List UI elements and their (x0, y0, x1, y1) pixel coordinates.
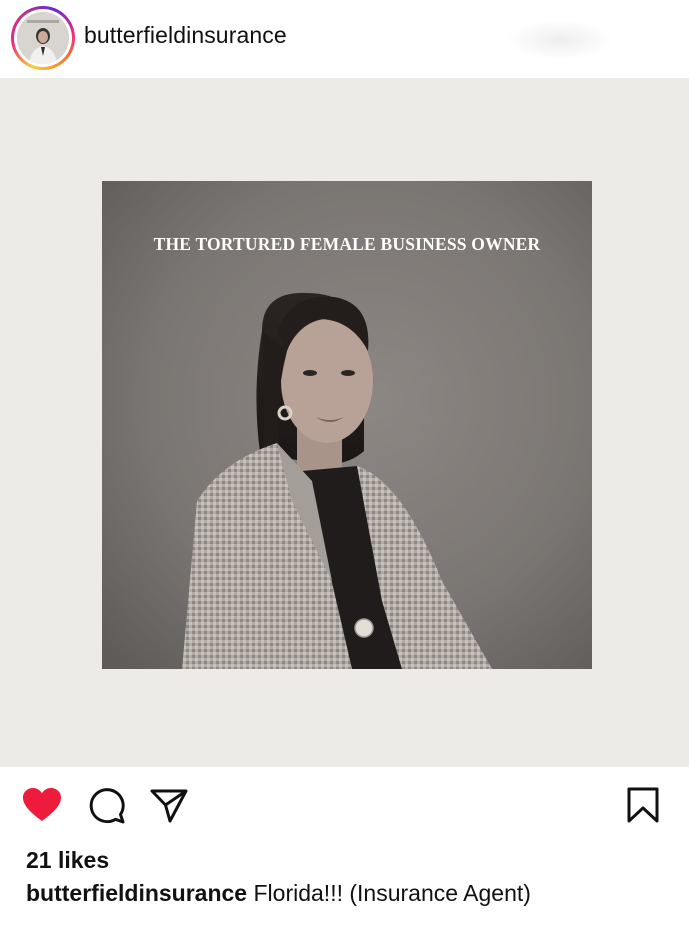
action-bar (0, 767, 689, 843)
story-ring[interactable] (11, 6, 75, 70)
post-username[interactable]: butterfieldinsurance (84, 22, 287, 49)
likes-count[interactable]: 21 likes (26, 847, 109, 874)
post-media[interactable]: THE TORTURED FEMALE BUSINESS OWNER (0, 78, 689, 767)
comment-icon[interactable] (88, 787, 126, 825)
post-image[interactable]: THE TORTURED FEMALE BUSINESS OWNER (102, 181, 592, 669)
bookmark-icon[interactable] (626, 787, 660, 823)
heart-icon[interactable] (22, 787, 62, 823)
post-caption: butterfieldinsurance Florida!!! (Insuran… (26, 880, 531, 907)
caption-username[interactable]: butterfieldinsurance (26, 880, 247, 906)
caption-text: Florida!!! (Insurance Agent) (253, 880, 531, 906)
header-overlay (505, 20, 615, 60)
avatar-image (17, 12, 69, 64)
avatar[interactable] (17, 12, 69, 64)
instagram-post: butterfieldinsurance THE TORTURED FEMALE… (0, 0, 689, 950)
post-header: butterfieldinsurance (0, 0, 689, 78)
avatar-border (14, 9, 72, 67)
image-overlay-title: THE TORTURED FEMALE BUSINESS OWNER (153, 234, 541, 254)
send-icon[interactable] (150, 788, 188, 824)
